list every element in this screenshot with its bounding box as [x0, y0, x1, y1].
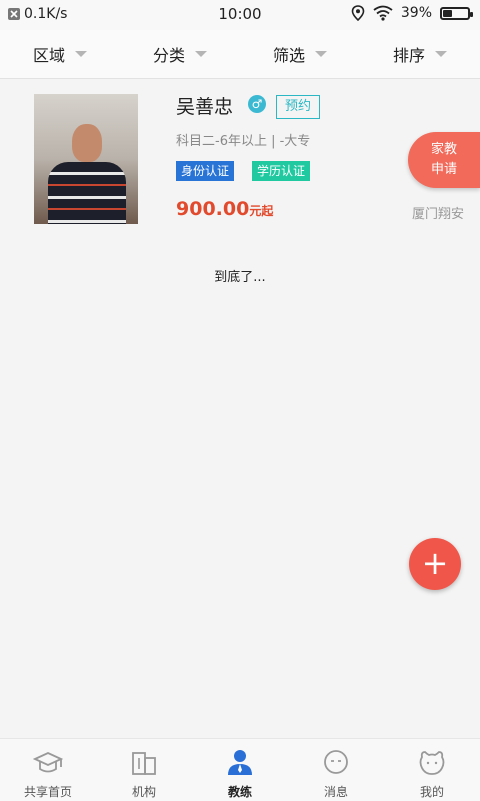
filter-bar: 区域 分类 筛选 排序: [0, 30, 480, 79]
price-unit: 元起: [249, 204, 274, 218]
tab-label: 我的: [419, 785, 444, 799]
dropdown-arrow-icon: [195, 51, 207, 57]
photo-head: [72, 124, 102, 162]
battery-percent: 39%: [400, 5, 432, 21]
apply-line-1: 家教: [430, 142, 457, 157]
filter-sort[interactable]: 排序: [360, 30, 480, 78]
wifi-icon: [373, 5, 393, 21]
filter-label: 筛选: [272, 46, 305, 65]
bottom-tab-bar: 共享首页 机构 教练 消息 我的: [0, 738, 480, 801]
dropdown-arrow-icon: [435, 51, 447, 57]
status-right: 39%: [351, 5, 473, 21]
book-button[interactable]: 预约: [276, 95, 321, 119]
filter-label: 区域: [32, 46, 65, 65]
tab-coach[interactable]: 教练: [192, 739, 288, 801]
tab-institution[interactable]: 机构: [96, 739, 192, 801]
male-gender-icon: ♂: [248, 95, 266, 113]
dropdown-arrow-icon: [315, 51, 327, 57]
tab-label: 教练: [227, 785, 252, 799]
teacher-name: 吴善忠: [176, 96, 234, 118]
status-bar: 0.1K/s 10:00 39%: [0, 0, 480, 30]
tab-shared-home[interactable]: 共享首页: [0, 739, 96, 801]
price-value: 900.00: [176, 198, 250, 220]
building-icon: [129, 748, 159, 778]
filter-screen[interactable]: 筛选: [240, 30, 360, 78]
end-of-list-text: 到底了...: [214, 270, 266, 285]
battery-fill: [443, 9, 453, 17]
coach-user-icon: [225, 748, 255, 778]
tab-label: 机构: [131, 785, 156, 799]
location-icon: [351, 5, 365, 21]
filter-category[interactable]: 分类: [120, 30, 240, 78]
battery-icon: [440, 6, 473, 20]
tab-messages[interactable]: 消息: [288, 739, 384, 801]
photo-body: [48, 162, 126, 224]
graduation-cap-icon: [33, 748, 63, 778]
teacher-subject: 科目二-6年以上 | -大专: [176, 134, 311, 149]
teacher-price: 900.00元起: [176, 198, 273, 220]
filter-region[interactable]: 区域: [0, 30, 120, 78]
dropdown-arrow-icon: [75, 51, 87, 57]
add-button[interactable]: +: [409, 538, 461, 590]
education-verified-badge: 学历认证: [252, 161, 311, 181]
apply-line-2: 申请: [430, 162, 457, 177]
tab-label: 共享首页: [23, 785, 72, 799]
tab-label: 消息: [323, 785, 348, 799]
id-verified-badge: 身份认证: [176, 161, 235, 181]
filter-label: 分类: [152, 46, 185, 65]
message-bubble-icon: [321, 748, 351, 778]
profile-face-icon: [417, 748, 447, 778]
tutor-apply-button[interactable]: 家教 申请: [408, 132, 480, 188]
tab-mine[interactable]: 我的: [384, 739, 480, 801]
teacher-photo: [34, 94, 138, 224]
teacher-location: 厦门翔安: [411, 207, 464, 222]
filter-label: 排序: [392, 46, 425, 65]
